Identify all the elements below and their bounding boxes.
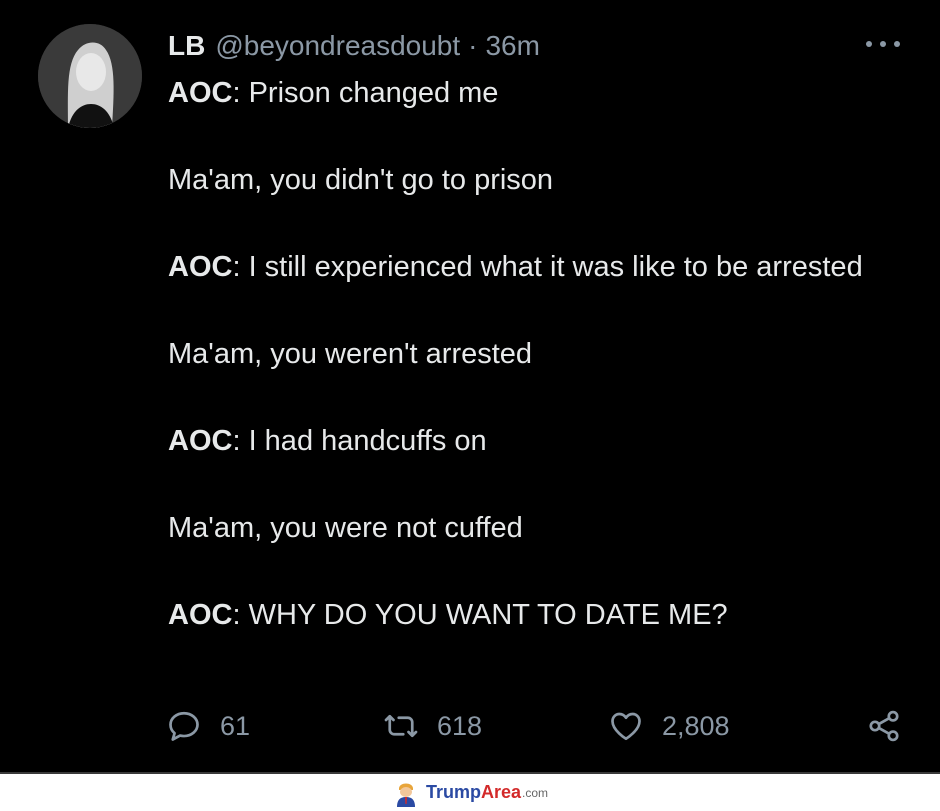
more-dots-icon: [866, 41, 872, 47]
retweet-count: 618: [437, 710, 483, 741]
tweet-line: Ma'am, you didn't go to prison: [168, 164, 554, 196]
share-button[interactable]: [866, 708, 902, 744]
tweet-line: AOC: I still experienced what it was lik…: [168, 251, 863, 283]
heart-icon: [611, 712, 641, 741]
reply-icon: [169, 711, 199, 741]
brand-part-1: Trump: [425, 782, 481, 802]
tweet-line: AOC: WHY DO YOU WANT TO DATE ME?: [168, 599, 728, 631]
tweet-text: AOC: Prison changed me Ma'am, you didn't…: [168, 72, 868, 638]
timestamp[interactable]: 36m: [485, 28, 539, 64]
reply-button[interactable]: 61: [166, 708, 250, 744]
avatar-photo: [38, 24, 142, 128]
brand-suffix: .com: [522, 785, 549, 800]
avatar[interactable]: [38, 24, 142, 128]
author-handle[interactable]: @beyondreasdoubt: [215, 28, 460, 64]
more-dots-icon: [894, 41, 900, 47]
retweet-icon: [384, 714, 418, 738]
share-icon: [869, 710, 899, 742]
like-button[interactable]: 2,808: [608, 708, 730, 744]
more-dots-icon: [880, 41, 886, 47]
watermark-footer: Trump Area .com: [0, 774, 940, 811]
watermark-logo: Trump Area .com: [392, 779, 548, 807]
tweet-line: AOC: I had handcuffs on: [168, 425, 487, 457]
author-name[interactable]: LB: [168, 28, 205, 64]
reply-count: 61: [220, 710, 251, 741]
separator: ·: [468, 30, 478, 61]
action-bar: 61 618 2,808: [0, 700, 940, 752]
more-options-button[interactable]: [866, 34, 900, 54]
like-count: 2,808: [662, 710, 730, 741]
tweet-line: AOC: Prison changed me: [168, 77, 499, 109]
tweet-line: Ma'am, you weren't arrested: [168, 338, 533, 370]
tweet-line: Ma'am, you were not cuffed: [168, 512, 523, 544]
mascot-icon: [396, 783, 415, 807]
brand-part-2: Area: [480, 782, 522, 802]
tweet-header: LB @beyondreasdoubt · 36m: [168, 28, 910, 64]
retweet-button[interactable]: 618: [383, 708, 482, 744]
